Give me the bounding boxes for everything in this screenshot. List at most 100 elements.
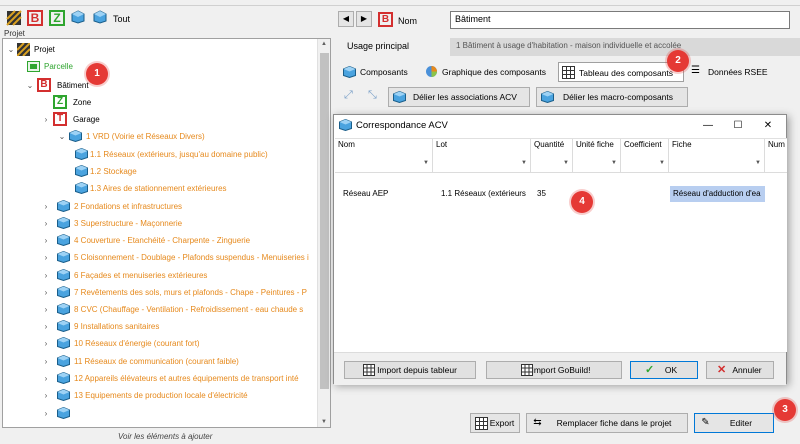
batiment-b-icon[interactable]: B bbox=[27, 10, 43, 26]
filter-dropdown-icon[interactable]: ▼ bbox=[423, 160, 429, 166]
column-header-quantite[interactable]: Quantité ▼ bbox=[531, 139, 573, 173]
column-header-nom[interactable]: Nom ▼ bbox=[335, 139, 433, 173]
tree-lot-label: 1 VRD (Voirie et Réseaux Divers) bbox=[86, 132, 205, 141]
project-tree[interactable]: ⌄ Projet Parcelle ⌄ B Bâtiment Z Zone › … bbox=[2, 38, 331, 428]
dialog-titlebar[interactable]: Correspondance ACV — ☐ ✕ bbox=[334, 115, 786, 137]
maximize-icon[interactable]: ☐ bbox=[724, 117, 752, 135]
chevron-right-icon[interactable]: › bbox=[41, 335, 51, 352]
tab-tableau[interactable]: Tableau des composants bbox=[558, 62, 684, 82]
correspondance-acv-dialog: Correspondance ACV — ☐ ✕ Nom ▼ Lot ▼ Quant… bbox=[333, 114, 787, 385]
table-icon bbox=[363, 364, 375, 381]
export-button[interactable]: Export bbox=[470, 413, 520, 433]
dialog-title: Correspondance ACV bbox=[356, 120, 448, 131]
zone-z-icon[interactable]: Z bbox=[49, 10, 65, 26]
tree-scroll-thumb[interactable] bbox=[320, 53, 329, 389]
collapse-icon[interactable]: ⤡ bbox=[368, 89, 377, 102]
column-header-coefficient[interactable]: Coefficient ▼ bbox=[621, 139, 669, 173]
cell-num[interactable] bbox=[767, 186, 787, 202]
chevron-down-icon[interactable]: ⌄ bbox=[25, 77, 35, 94]
hatch-icon[interactable] bbox=[6, 10, 22, 26]
cube-icon bbox=[57, 234, 70, 246]
cube-icon bbox=[57, 303, 70, 315]
scroll-up-icon[interactable]: ▲ bbox=[321, 41, 327, 47]
tab-composants[interactable]: Composants bbox=[340, 62, 420, 82]
delier-macro-button[interactable]: Délier les macro-composants bbox=[536, 87, 688, 107]
chevron-down-icon[interactable]: ⌄ bbox=[57, 128, 67, 145]
cell-nom[interactable]: Réseau AEP bbox=[340, 186, 432, 202]
import-tableur-button[interactable]: Import depuis tableur bbox=[344, 361, 476, 379]
chevron-right-icon[interactable]: › bbox=[41, 249, 51, 266]
column-header-lot[interactable]: Lot ▼ bbox=[433, 139, 531, 173]
tree-lot-label: 3 Superstructure - Maçonnerie bbox=[74, 219, 183, 228]
callout-badge-1: 1 bbox=[86, 63, 108, 85]
filter-dropdown-icon[interactable]: ▼ bbox=[611, 160, 617, 166]
filter-dropdown-icon[interactable]: ▼ bbox=[659, 160, 665, 166]
filter-dropdown-icon[interactable]: ▼ bbox=[755, 160, 761, 166]
chevron-right-icon[interactable]: › bbox=[41, 284, 51, 301]
acv-grid[interactable]: Nom ▼ Lot ▼ Quantité ▼ Unité fiche ▼ Coeffic… bbox=[335, 138, 787, 352]
chevron-right-icon[interactable]: › bbox=[41, 267, 51, 284]
import-gobuild-button[interactable]: Import GoBuild! bbox=[486, 361, 622, 379]
cube-icon bbox=[75, 148, 88, 160]
chevron-right-icon[interactable]: › bbox=[41, 318, 51, 335]
tout-label[interactable]: Tout bbox=[113, 14, 130, 24]
cell-coefficient[interactable] bbox=[623, 186, 669, 202]
cube-icon[interactable] bbox=[70, 10, 86, 26]
cell-fiche[interactable]: Réseau d'adduction d'ea bbox=[670, 186, 765, 202]
scroll-down-icon[interactable]: ▼ bbox=[321, 419, 327, 425]
tab-label: Données RSEE bbox=[708, 67, 768, 77]
close-icon[interactable]: ✕ bbox=[754, 117, 782, 135]
bottom-hint[interactable]: Voir les éléments à ajouter bbox=[118, 432, 212, 441]
callout-badge-4: 4 bbox=[571, 191, 593, 213]
ok-button[interactable]: ✓ OK bbox=[630, 361, 698, 379]
column-header-num[interactable]: Num bbox=[765, 139, 787, 173]
column-label: Quantité bbox=[534, 140, 565, 149]
nom-input[interactable]: Bâtiment bbox=[450, 11, 790, 29]
cube-icon bbox=[57, 355, 70, 367]
tree-lot-label: 6 Façades et menuiseries extérieures bbox=[74, 271, 208, 280]
chevron-right-icon[interactable]: › bbox=[41, 111, 51, 128]
prev-arrow-icon[interactable]: ◀ bbox=[338, 11, 354, 27]
cube-tout-icon[interactable] bbox=[92, 10, 108, 26]
chevron-right-icon[interactable]: › bbox=[41, 405, 51, 422]
table-icon bbox=[475, 417, 488, 430]
column-header-fiche[interactable]: Fiche ▼ bbox=[669, 139, 765, 173]
cube-icon bbox=[57, 372, 70, 384]
delier-acv-button[interactable]: Délier les associations ACV bbox=[388, 87, 530, 107]
tab-rsee[interactable]: ☰ Données RSEE bbox=[688, 62, 768, 82]
cube-icon bbox=[57, 320, 70, 332]
remplacer-fiche-button[interactable]: ⇆ Remplacer fiche dans le projet bbox=[526, 413, 688, 433]
column-header-unite[interactable]: Unité fiche ▼ bbox=[573, 139, 621, 173]
garage-t-icon: T bbox=[53, 112, 67, 126]
batiment-b-icon: B bbox=[378, 12, 393, 27]
next-arrow-icon[interactable]: ▶ bbox=[356, 11, 372, 27]
chevron-right-icon[interactable]: › bbox=[41, 232, 51, 249]
expand-icon[interactable]: ⤢ bbox=[344, 89, 353, 102]
cube-icon bbox=[57, 286, 70, 298]
chevron-right-icon[interactable]: › bbox=[41, 370, 51, 387]
minimize-icon[interactable]: — bbox=[694, 117, 722, 135]
table-icon bbox=[521, 364, 533, 381]
tab-graphique[interactable]: Graphique des composants bbox=[422, 62, 550, 82]
chevron-right-icon[interactable]: › bbox=[41, 387, 51, 404]
chevron-right-icon[interactable]: › bbox=[41, 215, 51, 232]
usage-select[interactable]: 1 Bâtiment à usage d'habitation - maison… bbox=[450, 38, 800, 56]
annuler-button[interactable]: ✕ Annuler bbox=[706, 361, 774, 379]
filter-dropdown-icon[interactable]: ▼ bbox=[521, 160, 527, 166]
tree-scrollbar[interactable]: ▲ ▼ bbox=[317, 39, 330, 427]
chevron-down-icon[interactable]: ⌄ bbox=[6, 41, 16, 58]
delier-macro-label: Délier les macro-composants bbox=[562, 92, 674, 102]
checkmark-icon: ✓ bbox=[645, 364, 655, 376]
tree-lot-label: 13 Equipements de production locale d'él… bbox=[74, 391, 248, 400]
editer-button[interactable]: ✎ Editer bbox=[694, 413, 774, 433]
chevron-right-icon[interactable]: › bbox=[41, 301, 51, 318]
cube-icon bbox=[57, 217, 70, 229]
chevron-right-icon[interactable]: › bbox=[41, 353, 51, 370]
cell-quantite[interactable]: 35 bbox=[534, 186, 574, 202]
tree-sublot-label: 1.2 Stockage bbox=[90, 167, 137, 176]
cube-icon bbox=[57, 200, 70, 212]
cell-lot[interactable]: 1.1 Réseaux (extérieurs bbox=[438, 186, 532, 202]
tree-root-label: Projet bbox=[34, 45, 55, 54]
chevron-right-icon[interactable]: › bbox=[41, 198, 51, 215]
filter-dropdown-icon[interactable]: ▼ bbox=[563, 160, 569, 166]
